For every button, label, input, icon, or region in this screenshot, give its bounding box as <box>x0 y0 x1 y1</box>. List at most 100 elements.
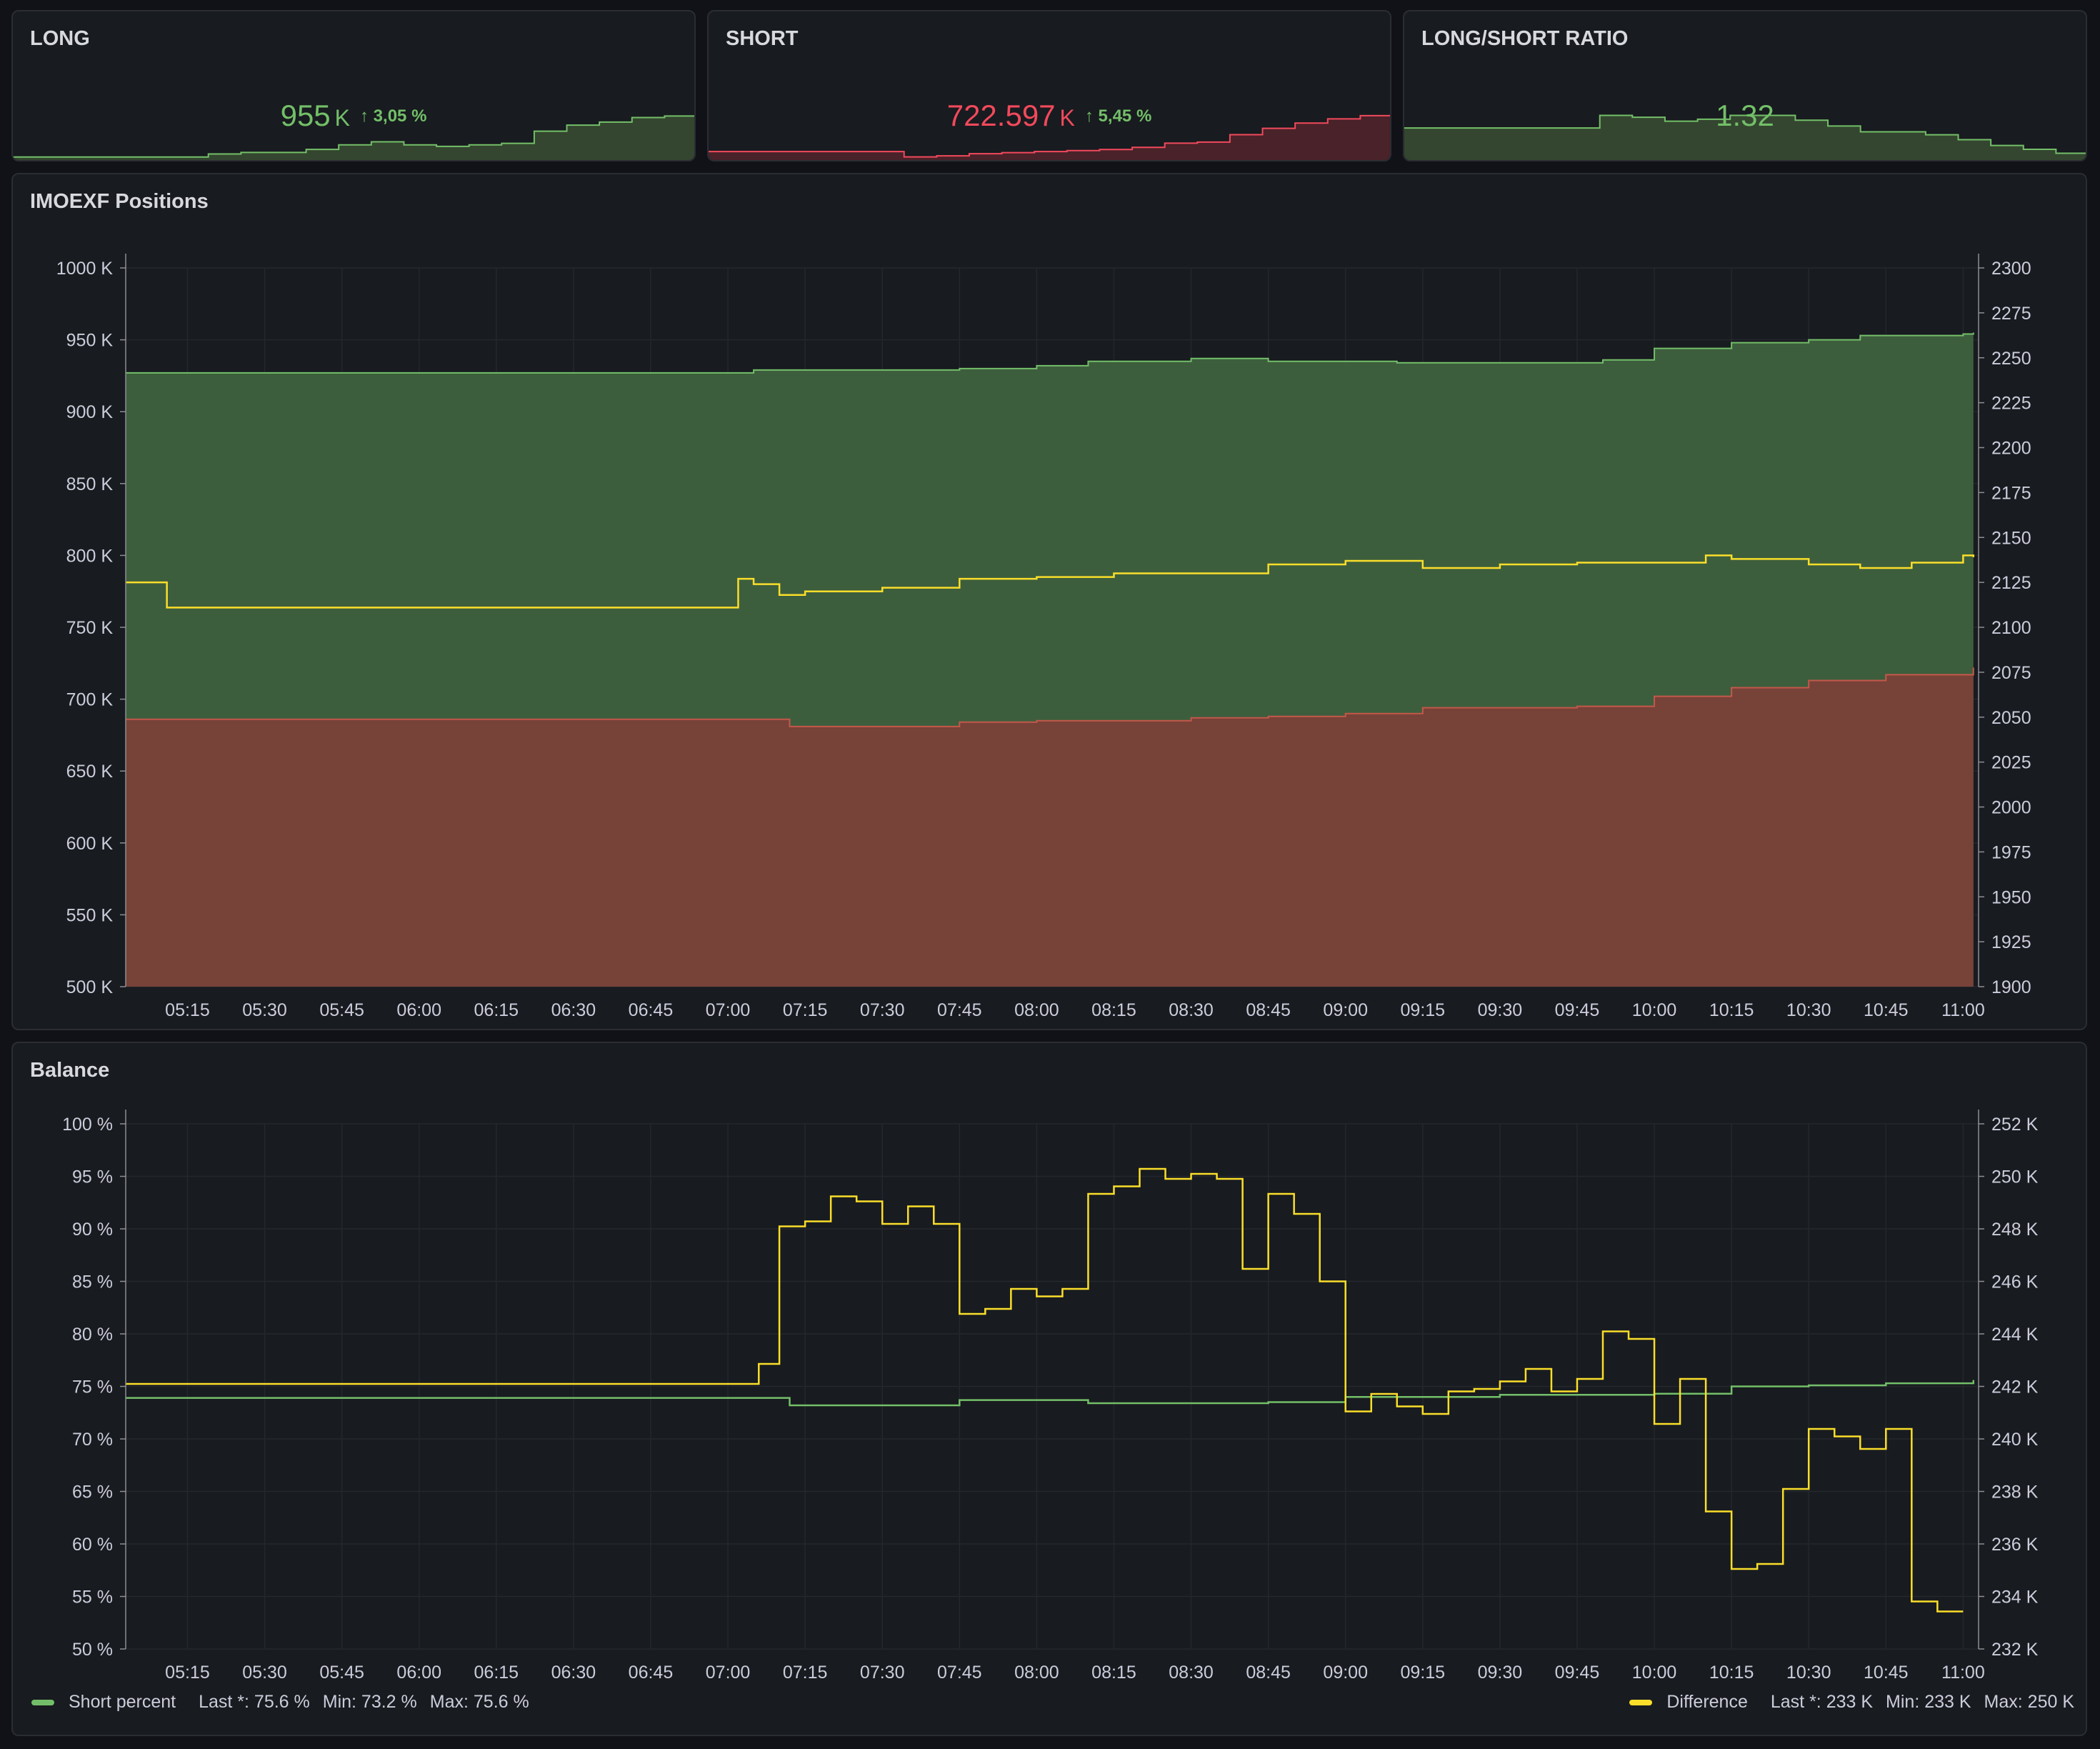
x-tick-label: 08:45 <box>1246 1663 1291 1683</box>
short-sparkline <box>709 114 1390 160</box>
y-right-tick-label: 250 K <box>1991 1167 2039 1187</box>
y-left-tick-label: 100 % <box>62 1115 113 1135</box>
y-left-tick-label: 750 K <box>66 618 114 638</box>
legend-difference[interactable]: Difference Last *: 233 K Min: 233 K Max:… <box>1629 1692 2074 1713</box>
y-right-tick-label: 2025 <box>1991 753 2031 773</box>
y-right-tick-label: 2275 <box>1991 304 2031 324</box>
x-tick-label: 06:45 <box>629 1663 674 1683</box>
stat-value-long: 955 K ↑ 3,05 % <box>13 99 694 133</box>
y-right-tick-label: 242 K <box>1991 1377 2039 1397</box>
x-tick-label: 07:15 <box>783 1663 828 1683</box>
x-tick-label: 08:15 <box>1091 1000 1136 1020</box>
x-tick-label: 09:30 <box>1478 1000 1523 1020</box>
y-left-tick-label: 65 % <box>72 1483 113 1503</box>
y-left-tick-label: 95 % <box>72 1167 113 1187</box>
y-left-tick-label: 900 K <box>66 402 114 422</box>
stat-title-long: LONG <box>30 27 90 50</box>
x-tick-label: 08:30 <box>1169 1663 1214 1683</box>
x-tick-label: 05:30 <box>242 1663 287 1683</box>
x-tick-label: 06:30 <box>551 1663 596 1683</box>
positions-chart: 500 K 550 K 600 K 650 K 700 K 750 K 800 K 850 K… <box>56 254 2031 1020</box>
y-right-tick-label: 240 K <box>1991 1430 2039 1450</box>
y-left-tick-label: 70 % <box>72 1430 113 1450</box>
x-tick-label: 10:15 <box>1709 1000 1754 1020</box>
y-right-tick-label: 1925 <box>1991 932 2031 952</box>
x-tick-label: 09:00 <box>1323 1663 1368 1683</box>
x-tick-label: 10:15 <box>1709 1663 1754 1683</box>
x-tick-label: 08:30 <box>1169 1000 1214 1020</box>
legend-stat-last: Last *: 75.6 % <box>199 1692 310 1712</box>
y-left-tick-label: 1000 K <box>56 259 114 279</box>
y-left-tick-label: 60 % <box>72 1535 113 1555</box>
x-tick-label: 07:45 <box>937 1000 982 1020</box>
x-tick-label: 06:15 <box>474 1000 519 1020</box>
y-left-tick-label: 55 % <box>72 1588 113 1608</box>
short-value: 722.597 <box>946 99 1056 132</box>
x-tick-label: 09:15 <box>1401 1000 1446 1020</box>
legend-stat-min: Min: 233 K <box>1886 1692 1971 1712</box>
y-left-tick-label: 50 % <box>72 1640 113 1660</box>
y-right-tick-label: 2250 <box>1991 349 2031 369</box>
y-right-tick-label: 2175 <box>1991 483 2031 503</box>
balance-chart: 50 % 55 % 60 % 65 % 70 % 75 % 80 % 85 % 90 % 95 %… <box>62 1110 2039 1683</box>
stat-panel-short[interactable]: SHORT 722.597 K ↑ 5,45 % <box>707 10 1391 161</box>
y-left-tick-label: 500 K <box>66 977 114 997</box>
x-tick-label: 05:15 <box>165 1000 210 1020</box>
y-right-tick-label: 246 K <box>1991 1272 2039 1292</box>
y-left-tick-label: 550 K <box>66 905 114 925</box>
x-tick-label: 09:45 <box>1555 1000 1600 1020</box>
legend-swatch-short-percent <box>31 1699 54 1705</box>
x-tick-label: 06:00 <box>396 1000 441 1020</box>
ratio-value: 1.32 <box>1716 99 1774 132</box>
short-unit: K <box>1059 105 1075 131</box>
x-tick-label: 09:45 <box>1555 1663 1600 1683</box>
x-tick-label: 09:15 <box>1401 1663 1446 1683</box>
long-value: 955 <box>280 99 331 132</box>
y-right-tick-label: 2225 <box>1991 394 2031 414</box>
y-right-tick-label: 244 K <box>1991 1325 2039 1345</box>
stat-panel-long[interactable]: LONG 955 K ↑ 3,05 % <box>11 10 696 161</box>
y-right-tick-label: 252 K <box>1991 1115 2039 1135</box>
legend-stat-max: Max: 250 K <box>1984 1692 2074 1712</box>
y-left-tick-label: 75 % <box>72 1377 113 1397</box>
x-tick-label: 06:00 <box>396 1663 441 1683</box>
x-tick-label: 07:15 <box>783 1000 828 1020</box>
legend-stat-min: Min: 73.2 % <box>322 1692 417 1712</box>
x-tick-label: 06:15 <box>474 1663 519 1683</box>
y-right-tick-label: 232 K <box>1991 1640 2039 1660</box>
x-tick-label: 09:30 <box>1478 1663 1523 1683</box>
x-tick-label: 07:30 <box>860 1663 905 1683</box>
x-tick-label: 08:00 <box>1014 1000 1059 1020</box>
y-right-tick-label: 2125 <box>1991 573 2031 593</box>
balance-panel[interactable]: Balance 50 % 55 % 60 % 65 % 70 % 75 % 80 % 85 %… <box>11 1042 2087 1736</box>
legend-short-percent[interactable]: Short percent Last *: 75.6 % Min: 73.2 %… <box>31 1692 542 1713</box>
x-tick-label: 07:00 <box>706 1000 751 1020</box>
y-right-tick-label: 236 K <box>1991 1535 2039 1555</box>
legend-name: Short percent <box>69 1692 176 1712</box>
y-right-tick-label: 2150 <box>1991 528 2031 548</box>
legend-stat-max: Max: 75.6 % <box>429 1692 529 1712</box>
stat-value-short: 722.597 K ↑ 5,45 % <box>709 99 1390 133</box>
y-left-tick-label: 850 K <box>66 474 114 494</box>
y-right-tick-label: 1975 <box>1991 842 2031 862</box>
y-right-tick-label: 2050 <box>1991 708 2031 728</box>
y-left-tick-label: 90 % <box>72 1220 113 1240</box>
x-tick-label: 07:45 <box>937 1663 982 1683</box>
x-tick-label: 10:45 <box>1864 1663 1909 1683</box>
series-line-1 <box>126 1167 1964 1613</box>
y-right-tick-label: 2000 <box>1991 798 2031 818</box>
x-tick-label: 10:00 <box>1632 1663 1677 1683</box>
stat-panel-ratio[interactable]: LONG/SHORT RATIO 1.32 <box>1403 10 2087 161</box>
y-right-tick-label: 2075 <box>1991 663 2031 683</box>
long-sparkline <box>13 115 694 160</box>
stat-value-ratio: 1.32 <box>1404 99 2086 133</box>
positions-panel[interactable]: IMOEXF Positions 500 K 550 K 600 K 650 K 700… <box>11 173 2087 1030</box>
x-tick-label: 06:45 <box>629 1000 674 1020</box>
y-left-tick-label: 800 K <box>66 546 114 566</box>
legend-swatch-difference <box>1629 1699 1653 1705</box>
y-right-tick-label: 2100 <box>1991 618 2031 638</box>
y-left-tick-label: 80 % <box>72 1325 113 1345</box>
y-right-tick-label: 2200 <box>1991 439 2031 459</box>
y-right-tick-label: 248 K <box>1991 1220 2039 1240</box>
x-tick-label: 08:15 <box>1091 1663 1136 1683</box>
